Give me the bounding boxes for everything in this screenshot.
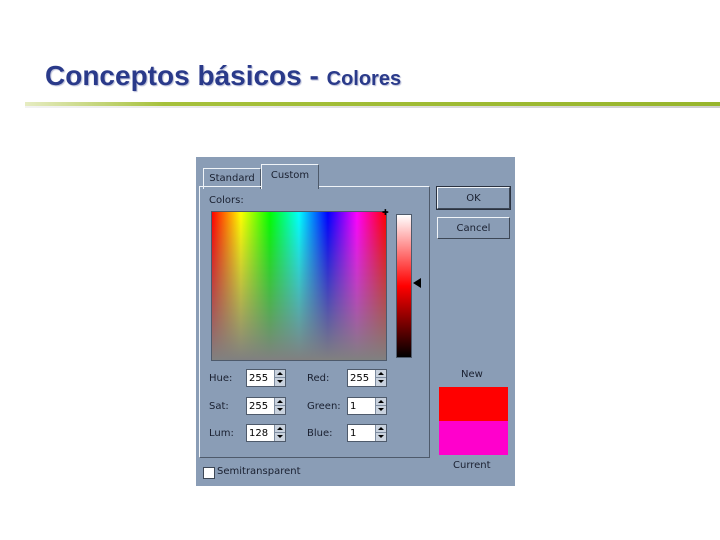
arrow-up-icon bbox=[378, 400, 384, 403]
sat-up-button[interactable] bbox=[274, 398, 285, 406]
arrow-up-icon bbox=[378, 427, 384, 430]
slide-title-main: Conceptos básicos - bbox=[45, 60, 327, 91]
blue-input[interactable] bbox=[348, 425, 376, 441]
red-up-button[interactable] bbox=[375, 370, 386, 378]
hue-input[interactable] bbox=[247, 370, 275, 386]
hue-label: Hue: bbox=[209, 373, 233, 384]
new-color-swatch bbox=[439, 387, 508, 421]
lum-up-button[interactable] bbox=[274, 425, 285, 433]
arrow-down-icon bbox=[378, 435, 384, 438]
luminosity-slider[interactable] bbox=[396, 214, 412, 358]
lum-input[interactable] bbox=[247, 425, 275, 441]
blue-down-button[interactable] bbox=[375, 433, 386, 441]
green-label: Green: bbox=[307, 401, 341, 412]
blue-up-button[interactable] bbox=[375, 425, 386, 433]
arrow-up-icon bbox=[277, 400, 283, 403]
title-rule-shadow bbox=[25, 106, 720, 108]
hue-spinner[interactable] bbox=[246, 369, 286, 387]
green-up-button[interactable] bbox=[375, 398, 386, 406]
lum-down-button[interactable] bbox=[274, 433, 285, 441]
green-down-button[interactable] bbox=[375, 406, 386, 414]
slide-title-sub: Colores bbox=[326, 68, 402, 90]
sat-label: Sat: bbox=[209, 401, 229, 412]
arrow-up-icon bbox=[277, 372, 283, 375]
slide-title: Conceptos básicos - Colores bbox=[45, 56, 401, 93]
red-down-button[interactable] bbox=[375, 378, 386, 386]
luminosity-arrow-icon[interactable] bbox=[413, 278, 421, 288]
blue-spinner[interactable] bbox=[347, 424, 387, 442]
green-input[interactable] bbox=[348, 398, 376, 414]
arrow-down-icon bbox=[277, 408, 283, 411]
color-spectrum[interactable] bbox=[211, 211, 387, 361]
ok-button[interactable]: OK bbox=[436, 186, 511, 210]
sat-input[interactable] bbox=[247, 398, 275, 414]
hue-down-button[interactable] bbox=[274, 378, 285, 386]
colors-label: Colors: bbox=[209, 195, 244, 206]
hue-up-button[interactable] bbox=[274, 370, 285, 378]
arrow-up-icon bbox=[378, 372, 384, 375]
current-color-label: Current bbox=[453, 460, 491, 471]
green-spinner[interactable] bbox=[347, 397, 387, 415]
arrow-up-icon bbox=[277, 427, 283, 430]
sat-down-button[interactable] bbox=[274, 406, 285, 414]
arrow-down-icon bbox=[277, 380, 283, 383]
red-spinner[interactable] bbox=[347, 369, 387, 387]
blue-label: Blue: bbox=[307, 428, 333, 439]
lum-spinner[interactable] bbox=[246, 424, 286, 442]
red-input[interactable] bbox=[348, 370, 376, 386]
semitransparent-label[interactable]: Semitransparent bbox=[217, 466, 301, 477]
red-label: Red: bbox=[307, 373, 330, 384]
cancel-button[interactable]: Cancel bbox=[437, 217, 510, 239]
semitransparent-checkbox[interactable] bbox=[203, 467, 215, 479]
new-color-label: New bbox=[461, 369, 483, 380]
sat-spinner[interactable] bbox=[246, 397, 286, 415]
crosshair-icon: ✚ bbox=[382, 208, 389, 217]
current-color-swatch bbox=[439, 421, 508, 455]
color-dialog: Standard Custom Colors: ✚ Hue: Sat: Lum:… bbox=[196, 157, 515, 486]
tab-custom[interactable]: Custom bbox=[261, 164, 319, 189]
arrow-down-icon bbox=[378, 380, 384, 383]
arrow-down-icon bbox=[378, 408, 384, 411]
arrow-down-icon bbox=[277, 435, 283, 438]
lum-label: Lum: bbox=[209, 428, 234, 439]
